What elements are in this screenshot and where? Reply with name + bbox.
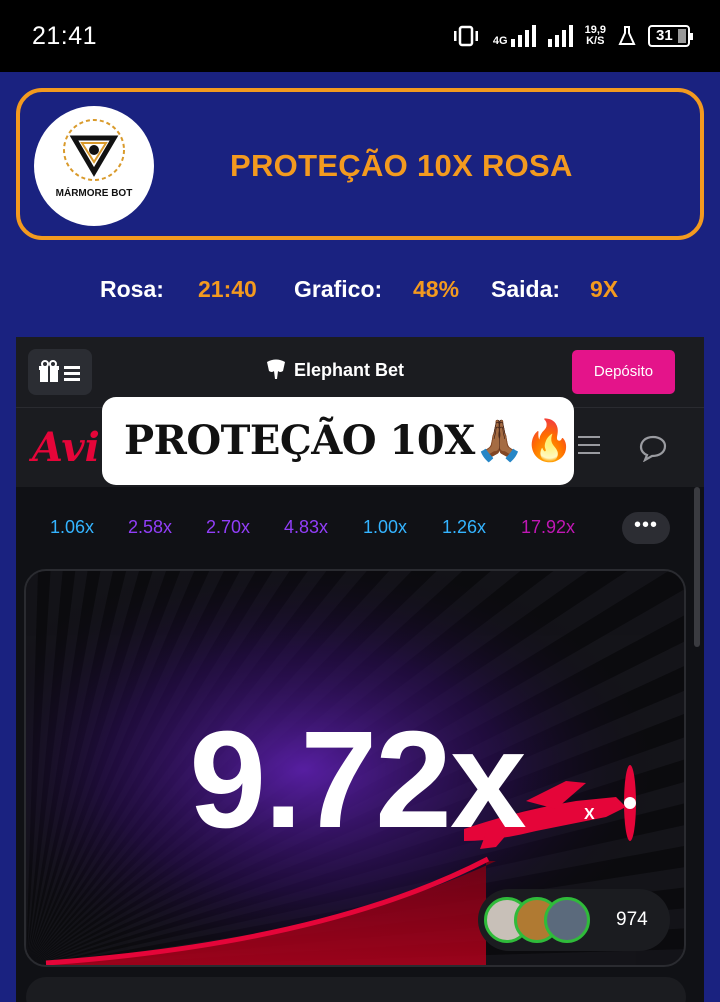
promo-banner: MÁRMORE BOT PROTEÇÃO 10X ROSA xyxy=(16,88,704,240)
bot-logo-name: MÁRMORE BOT xyxy=(55,188,133,199)
more-history-button[interactable]: ••• xyxy=(622,512,670,544)
grafico-label: Grafico: xyxy=(294,276,383,302)
player-avatar xyxy=(544,897,590,943)
bot-logo: MÁRMORE BOT xyxy=(34,106,154,226)
saida-value: 9X xyxy=(590,276,619,302)
promotions-menu-button[interactable] xyxy=(28,349,92,395)
bet-panel xyxy=(26,977,686,1002)
aviator-logo: Avi xyxy=(32,424,100,471)
rosa-label: Rosa: xyxy=(100,276,164,302)
bot-logo-emblem-icon xyxy=(63,119,125,181)
brand-name: Elephant Bet xyxy=(294,359,405,380)
multiplier-history: 1.06x 2.58x 2.70x 4.83x 1.00x 1.26x 17.9… xyxy=(16,507,704,547)
hamburger-menu-icon[interactable] xyxy=(578,436,600,456)
players-count: 974 xyxy=(616,909,648,930)
network-type: 4G xyxy=(492,35,508,47)
signal-bars-1-icon xyxy=(510,25,536,47)
grafico-value: 48% xyxy=(413,276,460,302)
flask-icon xyxy=(618,26,636,45)
battery-icon: 31 xyxy=(648,25,693,47)
deposit-button[interactable]: Depósito xyxy=(572,350,675,394)
mobile-signal-1: 4G xyxy=(493,25,536,47)
brand-logo[interactable]: Elephant Bet xyxy=(264,359,404,381)
banner-title: PROTEÇÃO 10X ROSA xyxy=(230,148,573,183)
rosa-value: 21:40 xyxy=(198,276,257,302)
vibrate-icon xyxy=(453,25,478,47)
status-icons: 4G 19,9 K/S 31 xyxy=(451,20,693,52)
game-stage: X 9.72x 974 xyxy=(24,569,686,967)
elephant-icon xyxy=(267,359,285,379)
battery-level: 31 xyxy=(656,27,673,44)
scrollbar[interactable] xyxy=(694,487,700,647)
history-multiplier[interactable]: 2.70x xyxy=(206,517,250,538)
signal-info-row: Rosa: 21:40 Grafico: 48% Saida: 9X xyxy=(0,276,720,306)
players-online[interactable]: 974 xyxy=(478,889,670,951)
history-multiplier[interactable]: 1.06x xyxy=(50,517,94,538)
gift-icon xyxy=(39,360,80,382)
history-multiplier[interactable]: 1.26x xyxy=(442,517,486,538)
history-multiplier[interactable]: 4.83x xyxy=(284,517,328,538)
status-bar: 21:41 4G 19,9 K/S 31 xyxy=(0,0,720,72)
network-speed-unit: K/S xyxy=(586,35,605,47)
history-multiplier[interactable]: 17.92x xyxy=(521,517,575,538)
overlay-caption-text: PROTEÇÃO 10X🙏🏾🔥 xyxy=(124,417,574,464)
overlay-caption: PROTEÇÃO 10X🙏🏾🔥 xyxy=(102,397,574,485)
current-multiplier: 9.72x xyxy=(189,703,526,857)
chat-icon[interactable] xyxy=(638,434,668,462)
history-multiplier[interactable]: 2.58x xyxy=(128,517,172,538)
status-time: 21:41 xyxy=(32,22,98,50)
network-speed: 19,9 K/S xyxy=(585,25,606,47)
signal-bars-2-icon xyxy=(547,25,573,47)
history-multiplier[interactable]: 1.00x xyxy=(363,517,407,538)
game-app: Elephant Bet Depósito Avi PROTEÇÃO 10X🙏🏾… xyxy=(16,337,704,1002)
saida-label: Saida: xyxy=(491,276,561,302)
